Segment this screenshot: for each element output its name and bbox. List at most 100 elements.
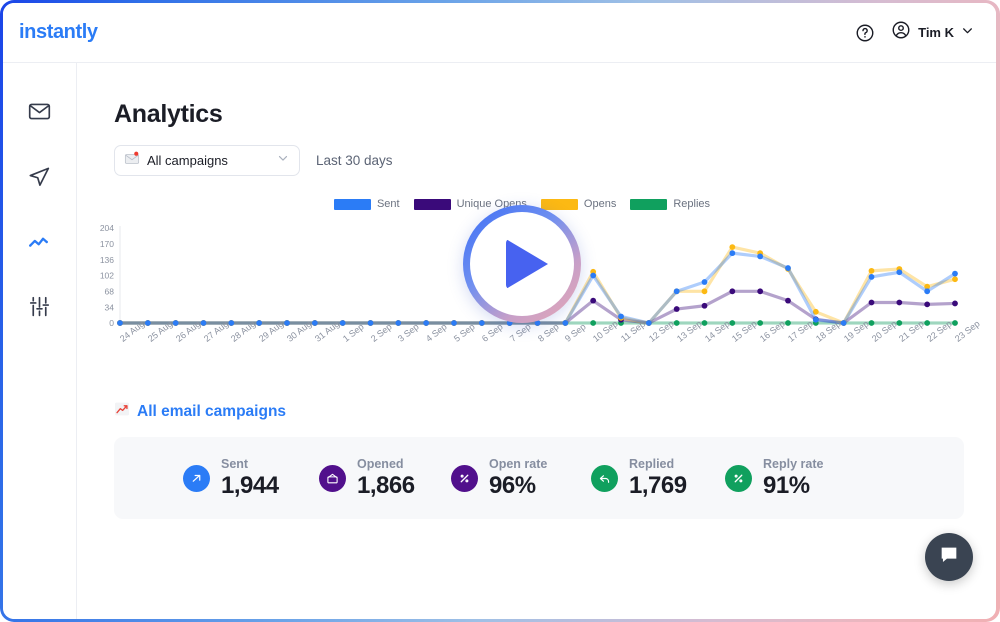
legend-label: Replies [673, 198, 711, 210]
chart-point[interactable] [868, 273, 875, 280]
legend-item-replies[interactable]: Replies [630, 198, 710, 210]
campaign-select[interactable]: All campaigns [114, 145, 300, 176]
stat-text: Opened 1,866 [357, 457, 415, 500]
chart-point[interactable] [284, 320, 290, 326]
user-menu[interactable]: Tim K [891, 20, 974, 45]
legend-swatch [333, 198, 371, 210]
legend-item-sent[interactable]: Sent [333, 198, 400, 210]
sidebar-item-settings[interactable] [22, 294, 58, 324]
app-window: instantly Tim K Analytics All campaigns … [3, 3, 996, 619]
legend-label: Opens [583, 198, 617, 210]
stat-value: 1,769 [629, 471, 687, 499]
envelope-icon [27, 99, 52, 129]
y-axis-tick: 170 [100, 239, 114, 249]
chart-x-axis: 24 Aug 25 Aug 26 Aug 27 Aug 28 Aug 29 Aug 30 A… [77, 318, 982, 378]
filter-controls: All campaigns Last 30 days [114, 145, 996, 176]
question-circle-icon[interactable] [855, 23, 875, 43]
chart-point[interactable] [673, 306, 680, 312]
stat-text: Reply rate 91% [763, 457, 823, 500]
sidebar [3, 63, 77, 619]
reply-arrow-icon [591, 464, 618, 492]
chart-point[interactable] [812, 316, 819, 323]
open-mail-icon [319, 464, 346, 492]
percent-icon [451, 464, 478, 492]
legend-label: Sent [376, 198, 400, 210]
envelope-red-dot-icon [124, 150, 140, 171]
top-bar: instantly Tim K [3, 3, 996, 63]
chart-point[interactable] [701, 288, 708, 295]
chart-point[interactable] [590, 297, 597, 304]
chart-point[interactable] [952, 270, 958, 277]
all-email-campaigns-link[interactable]: All email campaigns [114, 401, 996, 422]
chart-point[interactable] [117, 320, 123, 326]
stat-text: Open rate 96% [489, 457, 547, 500]
stat-open-rate: Open rate 96% [451, 457, 547, 500]
stat-replied: Replied 1,769 [591, 457, 687, 500]
analytics-chart: Sent Unique Opens Opens Replies 0 34 68 102 136… [77, 198, 982, 373]
all-email-campaigns-label: All email campaigns [137, 402, 287, 420]
chart-point[interactable] [729, 244, 736, 250]
main-content: Analytics All campaigns Last 30 days Sen… [77, 63, 996, 619]
chart-point[interactable] [367, 320, 374, 326]
chart-point[interactable] [924, 288, 931, 295]
stat-label: Replied [629, 456, 675, 471]
chart-point[interactable] [952, 300, 958, 307]
stat-label: Sent [221, 456, 249, 471]
chart-point[interactable] [868, 299, 875, 306]
chart-point[interactable] [590, 320, 597, 326]
top-bar-actions: Tim K [855, 20, 974, 45]
stat-label: Reply rate [763, 456, 824, 471]
sidebar-item-analytics[interactable] [22, 229, 58, 259]
stat-opened: Opened 1,866 [319, 457, 415, 500]
chart-point[interactable] [729, 250, 736, 257]
stats-summary-bar: Sent 1,944 Opened 1,866 Open rate 96% Replied 1… [114, 437, 964, 519]
sidebar-item-campaigns[interactable] [22, 164, 58, 194]
y-axis-tick: 136 [100, 255, 114, 265]
chart-point[interactable] [618, 313, 624, 320]
chart-point[interactable] [896, 299, 903, 306]
chat-support-button[interactable] [925, 533, 973, 581]
chart-point[interactable] [757, 253, 764, 260]
line-chart-icon [27, 229, 53, 260]
stat-value: 96% [489, 471, 536, 499]
chart-point[interactable] [311, 320, 318, 326]
chevron-down-icon [276, 151, 290, 170]
legend-swatch [413, 198, 451, 210]
chart-point[interactable] [590, 272, 597, 279]
send-arrow-icon [183, 464, 210, 492]
play-button-inner [470, 212, 574, 316]
paper-plane-icon [27, 164, 52, 194]
chart-point[interactable] [478, 320, 485, 326]
sliders-icon [27, 294, 52, 324]
chart-point[interactable] [785, 297, 791, 304]
sidebar-item-inbox[interactable] [22, 99, 58, 129]
app-logo[interactable]: instantly [19, 21, 98, 44]
chart-point[interactable] [562, 320, 569, 326]
legend-item-opens[interactable]: Opens [540, 198, 617, 210]
chart-point[interactable] [896, 269, 903, 276]
stat-label: Opened [357, 456, 404, 471]
y-axis-tick: 102 [100, 271, 114, 281]
chart-point[interactable] [673, 288, 680, 295]
chart-point[interactable] [256, 320, 263, 326]
chart-point[interactable] [395, 320, 402, 326]
chart-point[interactable] [451, 320, 457, 326]
play-video-button[interactable] [463, 205, 581, 323]
page-title: Analytics [114, 100, 223, 128]
legend-swatch [540, 198, 578, 210]
play-triangle-icon [505, 239, 548, 289]
chart-point[interactable] [423, 320, 430, 326]
chart-point[interactable] [924, 301, 931, 308]
chart-point[interactable] [729, 288, 736, 295]
chart-point[interactable] [757, 288, 764, 295]
chart-point[interactable] [868, 267, 875, 274]
chart-increasing-icon [114, 401, 130, 422]
chart-point[interactable] [144, 320, 151, 326]
stat-value: 1,944 [221, 471, 279, 499]
y-axis-tick: 0 [109, 318, 114, 328]
chart-point[interactable] [952, 276, 958, 283]
chart-point[interactable] [785, 265, 791, 271]
chart-point[interactable] [645, 320, 652, 326]
chart-point[interactable] [701, 302, 708, 309]
chart-point[interactable] [701, 279, 708, 285]
